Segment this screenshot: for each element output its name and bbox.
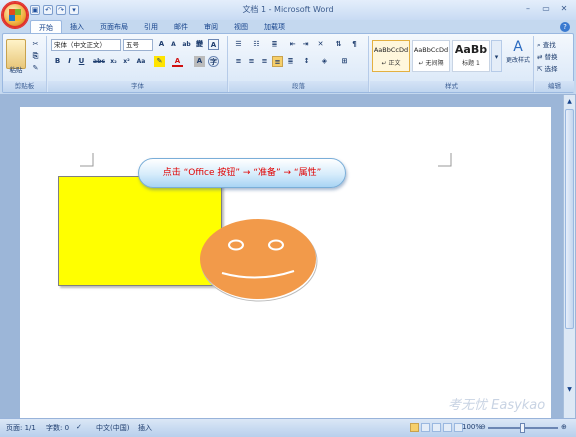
office-button[interactable] — [1, 1, 29, 29]
zoom-slider-thumb[interactable] — [520, 423, 525, 433]
zoom-level[interactable]: 100% — [462, 423, 482, 431]
smiley-face-shape[interactable] — [198, 217, 320, 303]
language-status[interactable]: 中文(中国) — [96, 423, 129, 433]
zoom-out-icon[interactable]: ⊖ — [480, 423, 486, 431]
zoom-in-icon[interactable]: ⊕ — [561, 423, 567, 431]
outline-icon[interactable] — [443, 423, 452, 432]
insert-mode[interactable]: 插入 — [138, 423, 152, 433]
view-buttons — [410, 423, 463, 432]
proofing-icon[interactable]: ✓ — [76, 423, 82, 431]
status-bar: 页面: 1/1 字数: 0 ✓ 中文(中国) 插入 100% ⊖ ⊕ — [0, 418, 576, 437]
office-logo-icon — [9, 9, 21, 21]
page-count[interactable]: 页面: 1/1 — [6, 423, 36, 433]
full-screen-reading-icon[interactable] — [421, 423, 430, 432]
watermark: 考无忧 Easykao — [448, 398, 546, 413]
print-layout-icon[interactable] — [410, 423, 419, 432]
instruction-callout: 点击 “Office 按钮” → “准备” → “属性” — [138, 158, 346, 188]
web-layout-icon[interactable] — [432, 423, 441, 432]
word-count[interactable]: 字数: 0 — [46, 423, 69, 433]
